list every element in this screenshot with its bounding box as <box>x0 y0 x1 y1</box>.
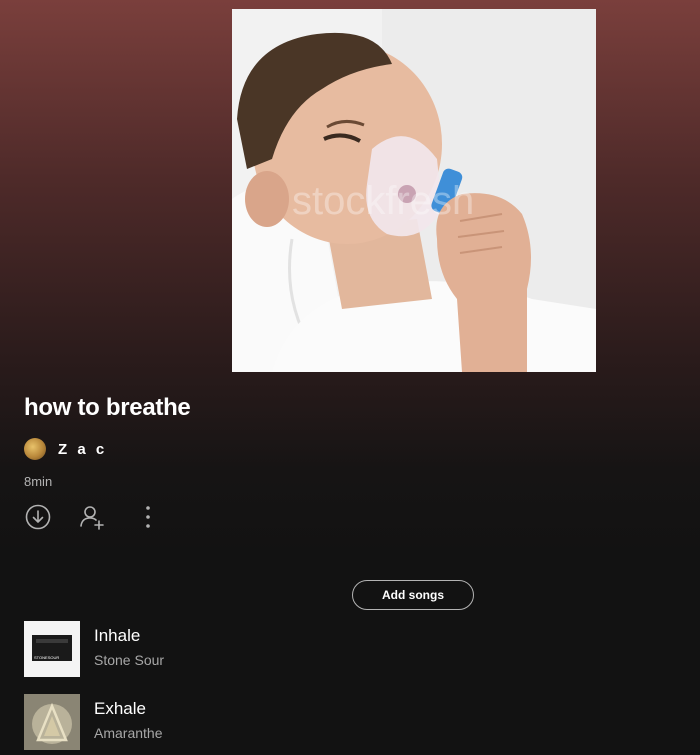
owner-name[interactable]: Z a c <box>58 441 107 458</box>
track-title: Inhale <box>94 626 141 645</box>
avatar[interactable] <box>24 438 46 460</box>
track-artist: Amaranthe <box>94 725 163 741</box>
add-user-icon[interactable] <box>78 503 106 531</box>
svg-text:STONESOUR: STONESOUR <box>34 655 59 660</box>
cover-photo: stockfresh <box>232 9 596 372</box>
playlist-duration: 8min <box>24 474 53 489</box>
track-artist: Stone Sour <box>94 652 165 668</box>
track-title: Exhale <box>94 699 146 718</box>
playlist-owner[interactable]: Z a c <box>24 437 107 461</box>
track-row[interactable]: STONESOUR Inhale Stone Sour <box>24 621 664 677</box>
add-songs-button[interactable]: Add songs <box>352 580 474 610</box>
playlist-cover-image: stockfresh <box>232 9 596 372</box>
track-album-art <box>24 694 80 750</box>
track-row[interactable]: Exhale Amaranthe <box>24 694 664 750</box>
track-album-art: STONESOUR <box>24 621 80 677</box>
more-vertical-icon[interactable] <box>134 503 162 531</box>
playlist-title: how to breathe <box>24 394 191 421</box>
svg-text:stockfresh: stockfresh <box>292 179 474 223</box>
download-icon[interactable] <box>24 503 52 531</box>
